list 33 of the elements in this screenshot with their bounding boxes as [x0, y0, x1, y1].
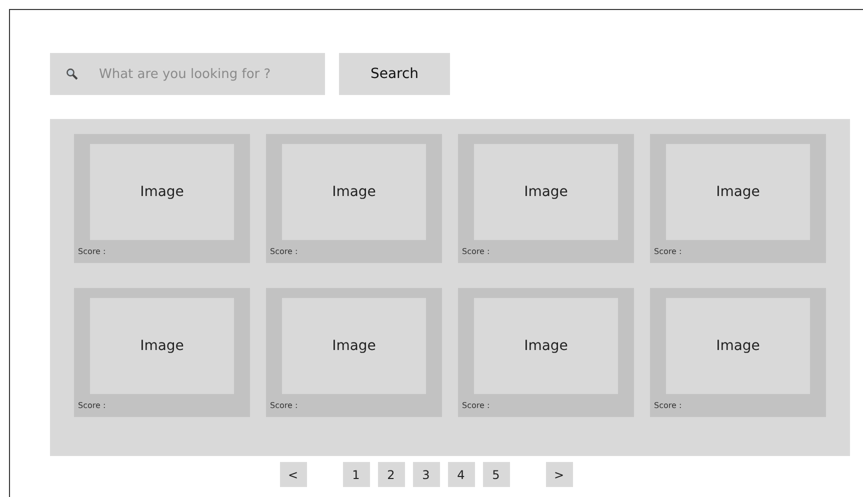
image-placeholder: Image	[474, 144, 618, 240]
result-card[interactable]: Image Score :	[266, 134, 442, 263]
previous-page-button[interactable]: <	[280, 462, 306, 487]
result-card[interactable]: Image Score :	[458, 288, 634, 417]
page-button[interactable]: 5	[482, 462, 510, 487]
score-label: Score :	[654, 401, 683, 410]
score-label: Score :	[270, 401, 299, 410]
search-field[interactable]: What are you looking for ?	[50, 53, 325, 95]
page-button[interactable]: 2	[378, 462, 404, 487]
image-placeholder: Image	[282, 144, 426, 240]
image-placeholder: Image	[474, 298, 618, 394]
score-label: Score :	[78, 247, 107, 256]
next-page-button[interactable]: >	[546, 462, 572, 487]
score-label: Score :	[270, 247, 299, 256]
image-placeholder: Image	[666, 144, 810, 240]
result-card[interactable]: Image Score :	[458, 134, 634, 263]
score-label: Score :	[462, 401, 491, 410]
image-placeholder: Image	[666, 298, 810, 394]
result-card[interactable]: Image Score :	[650, 134, 826, 263]
result-card[interactable]: Image Score :	[74, 288, 250, 417]
image-placeholder: Image	[90, 298, 234, 394]
image-placeholder: Image	[90, 144, 234, 240]
score-label: Score :	[654, 247, 683, 256]
page-button[interactable]: 1	[342, 462, 370, 487]
search-button[interactable]: Search	[339, 53, 450, 95]
page-button[interactable]: 3	[412, 462, 440, 487]
score-label: Score :	[462, 247, 491, 256]
result-card[interactable]: Image Score :	[650, 288, 826, 417]
result-card[interactable]: Image Score :	[266, 288, 442, 417]
page-button[interactable]: 4	[448, 462, 474, 487]
image-placeholder: Image	[282, 298, 426, 394]
score-label: Score :	[78, 401, 107, 410]
result-card[interactable]: Image Score :	[74, 134, 250, 263]
